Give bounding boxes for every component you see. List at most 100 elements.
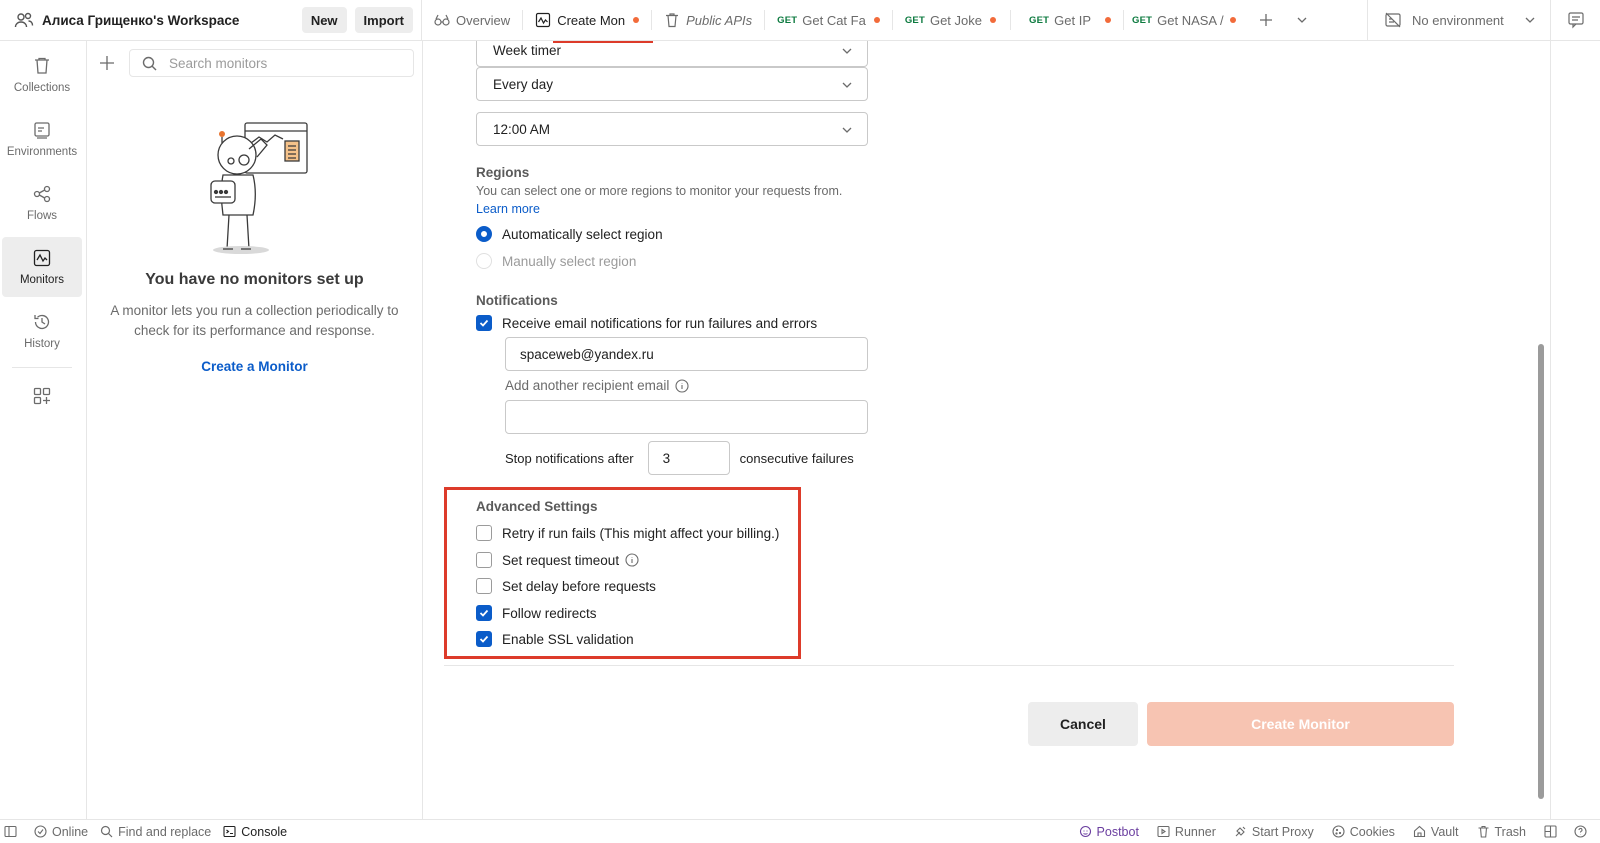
checkbox[interactable] — [476, 315, 492, 331]
timeout-checkbox-row[interactable]: Set request timeout — [476, 552, 639, 568]
unsaved-dot — [1229, 17, 1236, 23]
tab-get-cat-fact[interactable]: GET Get Cat Fa — [765, 0, 892, 41]
add-apps-icon[interactable] — [32, 386, 52, 406]
trash-button[interactable]: Trash — [1477, 824, 1527, 839]
online-status[interactable]: Online — [34, 825, 88, 839]
create-monitor-link[interactable]: Create a Monitor — [87, 359, 422, 374]
play-icon — [1157, 825, 1170, 838]
chevron-down-icon — [1524, 14, 1536, 26]
frequency-select[interactable]: Every day — [476, 67, 868, 101]
flows-icon — [32, 184, 52, 204]
radio-label: Automatically select region — [502, 226, 663, 242]
ssl-checkbox-row[interactable]: Enable SSL validation — [476, 631, 634, 647]
empty-state-title: You have no monitors set up — [145, 271, 364, 288]
vault-icon — [1413, 825, 1426, 838]
tabs-overflow-button[interactable] — [1284, 0, 1320, 41]
sidebar-item-flows[interactable]: Flows — [2, 173, 82, 233]
learn-more-link[interactable]: Learn more — [476, 202, 540, 216]
find-replace-button[interactable]: Find and replace — [100, 825, 211, 839]
tab-get-nasa[interactable]: GET Get NASA / — [1124, 0, 1248, 41]
regions-description: You can select one or more regions to mo… — [476, 184, 843, 198]
checkbox[interactable] — [476, 605, 492, 621]
tab-overview[interactable]: Overview — [422, 0, 522, 41]
unsaved-dot — [1105, 17, 1111, 23]
top-bar: Алиса Грищенко's Workspace New Import Ov… — [0, 0, 1600, 41]
http-method-badge: GET — [904, 14, 925, 26]
workspace-name[interactable]: Алиса Грищенко's Workspace — [42, 13, 302, 28]
new-button[interactable]: New — [301, 7, 347, 33]
add-recipient-label: Add another recipient email — [505, 378, 689, 393]
panel-toolbar: Search monitors — [87, 41, 422, 85]
layout-toggle-button[interactable] — [1544, 825, 1562, 838]
start-proxy-button[interactable]: Start Proxy — [1234, 825, 1314, 839]
sidebar-item-collections[interactable]: Collections — [2, 45, 82, 105]
sidebar-item-environments[interactable]: Environments — [2, 109, 82, 169]
checkbox[interactable] — [476, 552, 492, 568]
failure-count-input[interactable]: 3 — [647, 441, 730, 475]
trash-label: Trash — [1494, 824, 1527, 839]
radio-button[interactable] — [476, 253, 492, 269]
sidebar-item-label: History — [24, 338, 60, 350]
help-button[interactable] — [1574, 825, 1592, 838]
radio-auto-region[interactable]: Automatically select region — [476, 226, 663, 242]
sidebar-item-monitors[interactable]: Monitors — [2, 237, 82, 297]
http-method-badge: GET — [777, 14, 798, 26]
cookies-button[interactable]: Cookies — [1332, 825, 1395, 839]
create-monitor-button[interactable]: Create Monitor — [1147, 702, 1454, 746]
add-monitor-icon[interactable] — [99, 55, 115, 71]
radio-manual-region[interactable]: Manually select region — [476, 253, 636, 269]
checkbox[interactable] — [476, 525, 492, 541]
radio-button[interactable] — [476, 226, 492, 242]
environment-label: No environment — [1412, 12, 1504, 28]
tab-get-ip[interactable]: GET Get IP — [1011, 0, 1123, 41]
status-bar: Online Find and replace Console Postbot … — [0, 819, 1600, 843]
email-value: spaceweb@yandex.ru — [520, 346, 654, 362]
no-environment-icon — [1384, 11, 1402, 29]
monitors-panel: Search monitors You have no monitors set… — [87, 41, 423, 819]
import-button[interactable]: Import — [354, 7, 413, 33]
tab-public-apis[interactable]: Public APIs — [652, 0, 764, 41]
recipient-email-field[interactable] — [505, 400, 868, 434]
info-icon[interactable] — [675, 378, 689, 393]
sidebar-item-history[interactable]: History — [2, 301, 82, 361]
info-icon[interactable] — [625, 553, 639, 567]
retry-checkbox-row[interactable]: Retry if run fails (This might affect yo… — [476, 525, 779, 541]
search-input[interactable]: Search monitors — [129, 49, 414, 77]
cancel-button[interactable]: Cancel — [1028, 702, 1138, 746]
overview-icon — [434, 12, 450, 28]
sidebar-item-label: Monitors — [19, 274, 65, 286]
delay-checkbox-row[interactable]: Set delay before requests — [476, 578, 656, 594]
start-proxy-label: Start Proxy — [1251, 824, 1314, 839]
tab-strip: Overview Create Mon Public APIs GET Get … — [422, 0, 1367, 41]
email-field[interactable]: spaceweb@yandex.ru — [505, 337, 868, 371]
runner-button[interactable]: Runner — [1157, 825, 1216, 839]
environment-selector[interactable]: No environment — [1367, 0, 1550, 41]
workspace-header: Алиса Грищенко's Workspace New Import — [0, 0, 422, 41]
tab-create-monitor[interactable]: Create Mon — [523, 0, 651, 41]
online-label: Online — [52, 824, 89, 839]
tab-label: Get IP — [1054, 12, 1091, 28]
email-notifications-checkbox[interactable]: Receive email notifications for run fail… — [476, 315, 817, 331]
vault-label: Vault — [1430, 824, 1459, 839]
redirects-checkbox-row[interactable]: Follow redirects — [476, 605, 597, 621]
trash-icon — [1477, 825, 1490, 838]
form-divider — [444, 665, 1454, 666]
add-recipient-text: Add another recipient email — [505, 378, 670, 393]
vault-button[interactable]: Vault — [1413, 825, 1459, 839]
toggle-sidebar-button[interactable] — [4, 825, 22, 838]
context-bar-toggle[interactable] — [1550, 0, 1600, 41]
checkbox[interactable] — [476, 578, 492, 594]
timer-type-select[interactable]: Week timer — [476, 41, 868, 67]
console-button[interactable]: Console — [223, 825, 287, 839]
new-tab-button[interactable] — [1248, 0, 1284, 41]
time-select[interactable]: 12:00 AM — [476, 112, 868, 146]
scrollbar[interactable] — [1538, 344, 1544, 799]
select-value: Every day — [493, 76, 554, 92]
console-icon — [223, 825, 236, 838]
tab-get-joke[interactable]: GET Get Joke — [893, 0, 1010, 41]
postbot-button[interactable]: Postbot — [1079, 825, 1139, 839]
chevron-down-icon — [841, 124, 853, 136]
select-value: Week timer — [493, 42, 562, 58]
checkbox[interactable] — [476, 631, 492, 647]
tab-label: Overview — [456, 12, 511, 28]
